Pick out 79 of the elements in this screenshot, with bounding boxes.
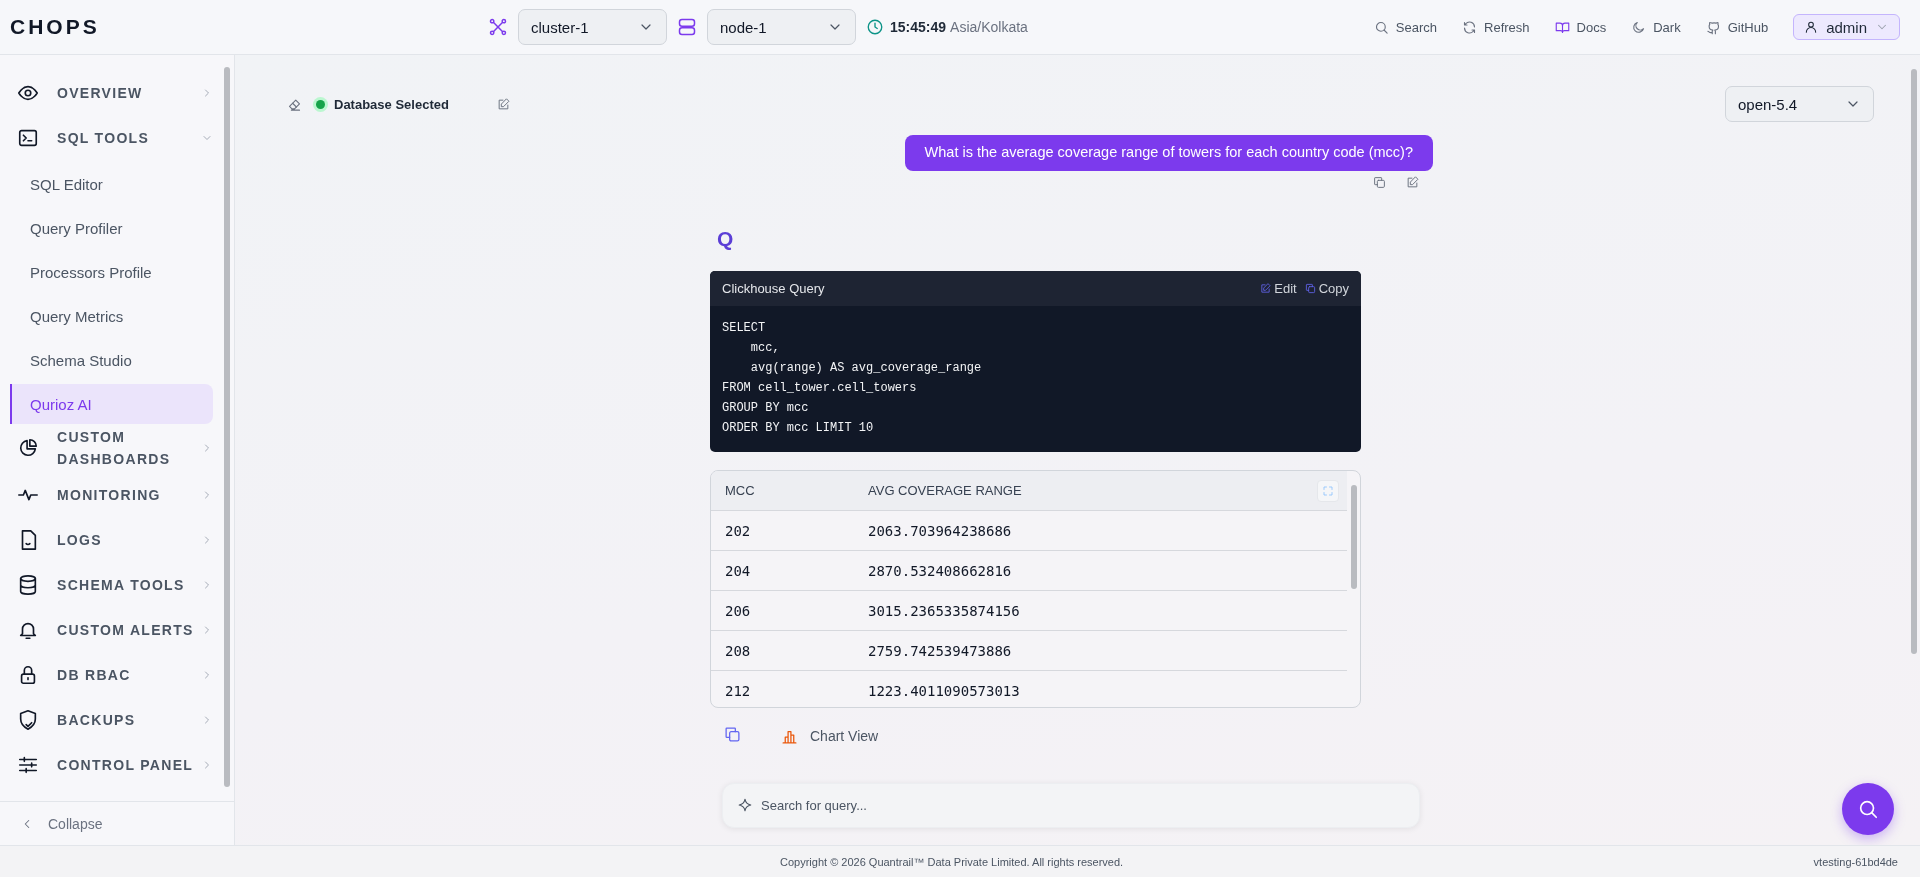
copy-button[interactable]: Copy	[1304, 281, 1349, 296]
nav-group[interactable]: DB RBAC	[0, 652, 213, 697]
nav-group[interactable]: CUSTOM DASHBOARDS	[0, 424, 213, 472]
nav-item[interactable]: Processors Profile	[10, 252, 213, 292]
fullscreen-button[interactable]	[1317, 479, 1339, 502]
nav-item[interactable]: Query Metrics	[10, 296, 213, 336]
copy-icon	[1304, 283, 1316, 294]
query-title: Clickhouse Query	[722, 281, 825, 296]
search-icon	[1857, 798, 1879, 820]
nav-group[interactable]: SCHEMA TOOLS	[0, 562, 213, 607]
database-status: Database Selected	[334, 96, 449, 112]
copyright-text: Copyright © 2026 Quantrail™ Data Private Limited. All rights reserved.	[780, 855, 1124, 868]
table-cell-text: 2870.532408662816	[868, 562, 1013, 579]
cluster-select[interactable]: cluster-1	[518, 9, 667, 45]
nav-group[interactable]: LOGS	[0, 517, 213, 562]
search-field[interactable]: Search for query...	[722, 783, 1420, 828]
clock-icon	[866, 18, 884, 36]
question-bubble: What is the average coverage range of towers for each country code (mcc)?	[904, 135, 1433, 171]
answer-mark: Q	[717, 227, 735, 251]
refresh-icon	[1462, 19, 1478, 35]
table-cell-text: 208	[725, 642, 752, 659]
shield-icon	[17, 708, 39, 731]
table-cell-text: 2759.742539473886	[868, 642, 1013, 659]
column-header: AVG COVERAGE RANGE	[868, 483, 1023, 498]
github-icon	[1705, 19, 1721, 35]
table-cell-text: 2063.703964238686	[868, 522, 1013, 539]
nav-item[interactable]: Qurioz AI	[10, 384, 213, 424]
version-label: vtesting-61bd4de	[1813, 855, 1898, 868]
column-header: MCC	[725, 483, 756, 498]
user-menu[interactable]: admin	[1793, 14, 1900, 40]
nav-item[interactable]: Query Profiler	[10, 208, 213, 248]
refresh-button[interactable]: Refresh	[1462, 19, 1530, 35]
copy-icon	[724, 726, 741, 743]
edit-button[interactable]: Edit	[1260, 281, 1297, 296]
eraser-icon	[287, 96, 302, 112]
edit-icon	[1260, 283, 1272, 294]
nav-group[interactable]: MONITORING	[0, 472, 213, 517]
book-icon	[1554, 19, 1570, 35]
cluster-icon	[488, 17, 508, 37]
copy-icon	[1373, 176, 1386, 189]
logo: CHOPS	[10, 15, 101, 39]
node-select[interactable]: node-1	[707, 9, 856, 45]
table-cell-text: 202	[725, 522, 752, 539]
nav-group[interactable]: OVERVIEW	[0, 70, 213, 115]
nav-item[interactable]: Schema Studio	[10, 340, 213, 380]
search-icon	[1373, 19, 1389, 35]
expand-icon	[1322, 484, 1334, 497]
theme-toggle[interactable]: Dark	[1631, 19, 1681, 35]
table-cell-text: 212	[725, 682, 752, 699]
nav-group[interactable]: CUSTOM ALERTS	[0, 607, 213, 652]
server-icon	[677, 17, 697, 37]
table-cell-text: 1223.4011090573013	[868, 682, 1021, 699]
search-button[interactable]	[1842, 783, 1894, 835]
nav-group[interactable]: CONTROL PANEL	[0, 742, 213, 787]
pie-chart-icon	[17, 437, 39, 459]
table-cell-text: 204	[725, 562, 752, 579]
edit-icon	[1406, 176, 1419, 189]
status-dot	[316, 99, 325, 109]
github-link[interactable]: GitHub	[1705, 19, 1769, 35]
search-button[interactable]: Search	[1373, 19, 1438, 35]
scrollbar[interactable]	[1911, 69, 1917, 654]
timezone-label: Asia/Kolkata	[950, 19, 1028, 35]
nav-group[interactable]: BACKUPS	[0, 697, 213, 742]
chart-view-button[interactable]: Chart View	[781, 727, 879, 745]
table-cell-text: 206	[725, 602, 752, 619]
nav-item[interactable]: SQL Editor	[10, 164, 213, 204]
clock-time: 15:45:49	[890, 19, 947, 35]
nav-group[interactable]: SQL TOOLS	[0, 115, 213, 160]
sql-code: SELECT mcc, avg(range) AS avg_coverage_range FROM cell_tower.cell_towers GROUP BY mcc ORDER BY mcc LIMIT 10	[721, 320, 983, 437]
scrollbar[interactable]	[224, 67, 230, 787]
user-icon	[1804, 20, 1819, 34]
table-cell-text: 3015.2365335874156	[868, 602, 1021, 619]
edit-icon	[496, 97, 510, 111]
model-select[interactable]: open-5.4	[1725, 86, 1874, 122]
database-icon	[17, 573, 39, 596]
sparkle-icon	[738, 798, 752, 812]
docs-link[interactable]: Docs	[1554, 19, 1607, 35]
scrollbar[interactable]	[1351, 485, 1357, 589]
moon-icon	[1631, 19, 1647, 35]
